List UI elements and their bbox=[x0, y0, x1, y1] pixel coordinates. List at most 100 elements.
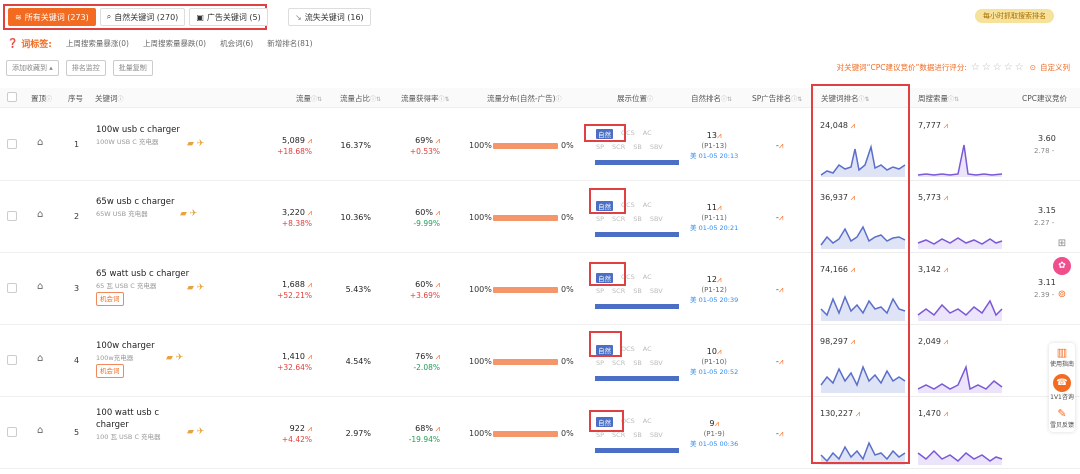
col-sp-rank[interactable]: SP广告排名ⓘ⇅ bbox=[752, 93, 802, 104]
trend-chart-icon[interactable]: ⩘ bbox=[435, 208, 440, 217]
share-value: 5.43% bbox=[345, 285, 371, 294]
weekly-search-sparkline bbox=[917, 299, 1003, 321]
trend-chart-icon[interactable]: ⩘ bbox=[714, 419, 719, 428]
distribution-bar bbox=[493, 431, 558, 437]
headset-icon[interactable]: ☎ bbox=[1053, 374, 1071, 392]
col-traffic[interactable]: 流量ⓘ⇅ bbox=[296, 93, 322, 104]
amazon-icon[interactable]: ▰ ✈ bbox=[180, 209, 197, 219]
position-sp: SP bbox=[596, 287, 605, 295]
keyword-text[interactable]: 100 watt usb c bbox=[96, 407, 161, 419]
row-checkbox[interactable] bbox=[7, 211, 17, 221]
tab-all-keywords[interactable]: ≋ 所有关键词 (273) bbox=[8, 8, 96, 26]
trend-chart-icon[interactable]: ⩘ bbox=[435, 280, 440, 289]
keyword-text[interactable]: 65 watt usb c charger bbox=[96, 268, 189, 280]
row-checkbox[interactable] bbox=[7, 355, 17, 365]
arrow-up-icon[interactable]: ⊚ bbox=[1058, 289, 1066, 300]
col-natural-rank[interactable]: 自然排名ⓘ⇅ bbox=[691, 93, 732, 104]
traffic-change: +8.38% bbox=[281, 219, 312, 228]
trend-chart-icon[interactable]: ⩘ bbox=[779, 141, 784, 150]
tag-icon[interactable]: ⌂ bbox=[37, 137, 43, 148]
amazon-icon[interactable]: ▰ ✈ bbox=[187, 139, 204, 149]
position-scr: SCR bbox=[612, 359, 626, 367]
add-favorite-button[interactable]: 添加收藏到 ▴ bbox=[6, 60, 59, 76]
natural-rank-cell: 13⩘ (P1-13) 美 01-05 20:13 bbox=[690, 131, 738, 161]
trend-chart-icon[interactable]: ⩘ bbox=[435, 352, 440, 361]
row-checkbox[interactable] bbox=[7, 139, 17, 149]
keyword-text[interactable]: 100w charger bbox=[96, 340, 155, 352]
assistant-icon[interactable]: ✿ bbox=[1053, 257, 1071, 275]
table-row: ⌂ 4 100w charger 100w充电器 机会词 ▰ ✈ 1,410 ⩘… bbox=[0, 325, 1080, 397]
trend-chart-icon[interactable]: ⩘ bbox=[779, 429, 784, 438]
select-all-checkbox[interactable] bbox=[7, 92, 17, 102]
tab-lost-keywords[interactable]: ↘ 流失关键词 (16) bbox=[288, 8, 371, 26]
trend-chart-icon[interactable]: ⩘ bbox=[943, 337, 948, 346]
position-scr: SCR bbox=[612, 215, 626, 223]
trend-chart-icon[interactable]: ⩘ bbox=[943, 193, 948, 202]
guide-label[interactable]: 使用指南 bbox=[1050, 359, 1074, 368]
position-bar bbox=[595, 232, 679, 237]
dist-left-value: 100% bbox=[469, 285, 492, 294]
trend-chart-icon[interactable]: ⩘ bbox=[717, 131, 722, 140]
tag-search-drop[interactable]: 上周搜索量暴跌(0) bbox=[143, 38, 206, 49]
custom-columns-link[interactable]: 自定义列 bbox=[1040, 62, 1070, 73]
trend-chart-icon[interactable]: ⩘ bbox=[435, 424, 440, 433]
consult-label[interactable]: 1V1咨询 bbox=[1050, 392, 1074, 401]
settings-icon[interactable]: ⊙ bbox=[1030, 63, 1036, 72]
tag-new-rank[interactable]: 新增排名(81) bbox=[267, 38, 312, 49]
position-ac: AC bbox=[642, 129, 652, 137]
grid-icon[interactable]: ⊞ bbox=[1058, 238, 1066, 249]
row-number: 2 bbox=[74, 212, 80, 221]
feedback-label[interactable]: 雪贝反馈 bbox=[1050, 420, 1074, 429]
rate-cell: 60% ⩘ +3.69% bbox=[398, 279, 440, 301]
keyword-text[interactable]: 65w usb c charger bbox=[96, 196, 175, 208]
position-sp: SP bbox=[596, 431, 605, 439]
natural-rank-page: (P1-13) bbox=[701, 142, 727, 150]
edit-icon[interactable]: ✎ bbox=[1057, 407, 1066, 420]
keyword-translation: 100 瓦 USB C 充电器 bbox=[96, 433, 161, 441]
tag-icon[interactable]: ⌂ bbox=[37, 281, 43, 292]
trend-chart-icon[interactable]: ⩘ bbox=[307, 280, 312, 289]
trend-down-icon: ↘ bbox=[295, 12, 302, 22]
amazon-icon[interactable]: ▰ ✈ bbox=[187, 283, 204, 293]
trend-chart-icon[interactable]: ⩘ bbox=[435, 136, 440, 145]
col-rate[interactable]: 流量获得率ⓘ⇅ bbox=[401, 93, 450, 104]
trend-chart-icon[interactable]: ⩘ bbox=[943, 265, 948, 274]
trend-chart-icon[interactable]: ⩘ bbox=[307, 208, 312, 217]
traffic-cell: 1,410 ⩘ +32.64% bbox=[260, 351, 312, 373]
trend-chart-icon[interactable]: ⩘ bbox=[943, 409, 948, 418]
rank-monitor-button[interactable]: 排名监控 bbox=[65, 60, 106, 76]
tab-ad-keywords[interactable]: ▣ 广告关键词 (5) bbox=[189, 8, 268, 26]
trend-chart-icon[interactable]: ⩘ bbox=[779, 213, 784, 222]
trend-chart-icon[interactable]: ⩘ bbox=[717, 203, 722, 212]
tag-chance-keyword[interactable]: 机会词(6) bbox=[220, 38, 253, 49]
natural-rank-time: 美 01-05 20:39 bbox=[690, 296, 739, 304]
trend-chart-icon[interactable]: ⩘ bbox=[717, 275, 722, 284]
trend-chart-icon[interactable]: ⩘ bbox=[307, 136, 312, 145]
col-weekly-search[interactable]: 周搜索量ⓘ⇅ bbox=[918, 93, 959, 104]
book-icon[interactable]: ▥ bbox=[1057, 346, 1067, 359]
tag-icon[interactable]: ⌂ bbox=[37, 209, 43, 220]
trend-chart-icon[interactable]: ⩘ bbox=[307, 424, 312, 433]
trend-chart-icon[interactable]: ⩘ bbox=[307, 352, 312, 361]
trend-chart-icon[interactable]: ⩘ bbox=[779, 285, 784, 294]
col-share[interactable]: 流量占比ⓘ⇅ bbox=[340, 93, 381, 104]
keyword-text-line2[interactable]: charger bbox=[96, 419, 161, 431]
distribution-bar bbox=[493, 215, 558, 221]
tab-natural-keywords[interactable]: ⌕ 自然关键词 (270) bbox=[99, 8, 186, 26]
amazon-icon[interactable]: ▰ ✈ bbox=[187, 427, 204, 437]
row-checkbox[interactable] bbox=[7, 283, 17, 293]
tag-icon[interactable]: ⌂ bbox=[37, 353, 43, 364]
sp-rank-cell: -⩘ bbox=[776, 429, 783, 439]
row-checkbox[interactable] bbox=[7, 427, 17, 437]
trend-chart-icon[interactable]: ⩘ bbox=[779, 357, 784, 366]
position-bar bbox=[595, 448, 679, 453]
tag-search-surge[interactable]: 上周搜索量暴涨(0) bbox=[66, 38, 129, 49]
batch-copy-button[interactable]: 批量复制 bbox=[112, 60, 153, 76]
tag-icon[interactable]: ⌂ bbox=[37, 425, 43, 436]
amazon-icon[interactable]: ▰ ✈ bbox=[166, 353, 183, 363]
keyword-text[interactable]: 100w usb c charger bbox=[96, 124, 180, 136]
trend-chart-icon[interactable]: ⩘ bbox=[943, 121, 948, 130]
rating-stars[interactable]: ☆☆☆☆☆ bbox=[971, 62, 1026, 73]
rate-change: +3.69% bbox=[409, 291, 440, 300]
trend-chart-icon[interactable]: ⩘ bbox=[717, 347, 722, 356]
